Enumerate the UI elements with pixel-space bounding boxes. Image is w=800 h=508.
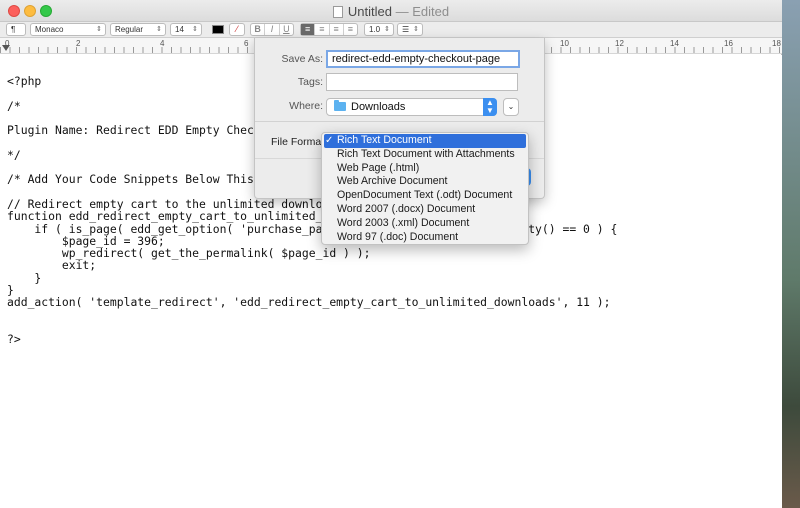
file-format-option-docx[interactable]: Word 2007 (.docx) Document bbox=[322, 203, 528, 217]
save-as-label: Save As: bbox=[281, 53, 323, 65]
code-line: exit; bbox=[7, 258, 97, 273]
where-popup[interactable]: Downloads ▲ ▼ bbox=[326, 98, 497, 116]
popup-arrows-icon: ▲ ▼ bbox=[483, 98, 497, 116]
align-right-button[interactable]: ≡ bbox=[330, 24, 344, 35]
code-line: ?> bbox=[7, 332, 21, 347]
file-format-option-doc[interactable]: Word 97 (.doc) Document bbox=[322, 231, 528, 245]
file-format-option-webarchive[interactable]: Web Archive Document bbox=[322, 175, 528, 189]
expand-dialog-button[interactable]: ⌄ bbox=[503, 98, 519, 116]
ruler-number: 18 bbox=[772, 39, 781, 48]
format-toolbar: ¶ Monaco ⇕ Regular ⇕ 14 ⇕ ⁄ B I U ≡ ≡ ≡ ≡ 1… bbox=[0, 22, 782, 38]
ruler-number: 16 bbox=[724, 39, 733, 48]
ruler-number: 4 bbox=[160, 39, 165, 48]
popup-arrows-icon: ⇕ bbox=[384, 26, 390, 33]
line-spacing-popup[interactable]: 1.0 ⇕ bbox=[364, 23, 394, 36]
file-format-option-html[interactable]: Web Page (.html) bbox=[322, 162, 528, 176]
option-label: OpenDocument Text (.odt) Document bbox=[337, 189, 513, 202]
paragraph-styles-popup[interactable]: ¶ bbox=[6, 23, 26, 36]
popup-arrows-icon: ⇕ bbox=[156, 26, 162, 33]
font-family-popup[interactable]: Monaco ⇕ bbox=[30, 23, 106, 36]
file-format-option-rtf[interactable]: ✓ Rich Text Document bbox=[324, 134, 526, 148]
bold-button[interactable]: B bbox=[251, 24, 266, 35]
desktop-wallpaper bbox=[780, 0, 800, 508]
option-label: Web Archive Document bbox=[337, 175, 448, 188]
ruler-number: 6 bbox=[244, 39, 249, 48]
window-title: Untitled — Edited bbox=[0, 4, 782, 19]
file-format-label: File Format bbox=[271, 136, 325, 148]
font-size-field[interactable]: 14 ⇕ bbox=[170, 23, 202, 36]
font-style-popup[interactable]: Regular ⇕ bbox=[110, 23, 166, 36]
code-line: } bbox=[7, 270, 42, 285]
option-label: Word 2007 (.docx) Document bbox=[337, 202, 476, 215]
file-format-option-odt[interactable]: OpenDocument Text (.odt) Document bbox=[322, 189, 528, 203]
ruler-number: 0 bbox=[5, 39, 10, 48]
font-style-value: Regular bbox=[115, 25, 144, 34]
tags-field[interactable] bbox=[326, 73, 518, 91]
align-center-button[interactable]: ≡ bbox=[315, 24, 330, 35]
where-value: Downloads bbox=[351, 101, 406, 113]
ruler-number: 10 bbox=[560, 39, 569, 48]
popup-arrows-icon: ⇕ bbox=[96, 26, 102, 33]
text-style-segment: B I U bbox=[250, 23, 294, 36]
underline-button[interactable]: U bbox=[280, 24, 293, 35]
option-label: Rich Text Document with Attachments bbox=[337, 147, 515, 160]
justify-button[interactable]: ≡ bbox=[344, 24, 357, 35]
option-label: Word 97 (.doc) Document bbox=[337, 230, 459, 243]
file-format-option-xml[interactable]: Word 2003 (.xml) Document bbox=[322, 217, 528, 231]
italic-button[interactable]: I bbox=[265, 24, 280, 35]
folder-icon bbox=[334, 100, 346, 111]
popup-arrows-icon: ⇕ bbox=[192, 26, 198, 33]
font-family-value: Monaco bbox=[35, 25, 64, 34]
window-title-text: Untitled bbox=[347, 4, 392, 19]
sheet-divider bbox=[255, 121, 544, 122]
file-format-option-rtfd[interactable]: Rich Text Document with Attachments bbox=[322, 148, 528, 162]
textedit-window: Untitled — Edited ¶ Monaco ⇕ Regular ⇕ 14 ⇕… bbox=[0, 0, 782, 508]
checkmark-icon: ✓ bbox=[325, 135, 334, 146]
title-bar: Untitled — Edited bbox=[0, 0, 782, 22]
ruler-number: 2 bbox=[76, 39, 81, 48]
option-label: Web Page (.html) bbox=[337, 161, 420, 174]
option-label: Rich Text Document bbox=[337, 134, 432, 146]
option-label: Word 2003 (.xml) Document bbox=[337, 216, 470, 229]
ruler-number: 12 bbox=[615, 39, 624, 48]
edited-indicator: — Edited bbox=[395, 4, 450, 19]
popup-arrows-icon: ⇕ bbox=[413, 26, 419, 33]
code-line: add_action( 'template_redirect', 'edd_re… bbox=[7, 295, 611, 310]
ruler-number: 14 bbox=[670, 39, 679, 48]
align-left-button[interactable]: ≡ bbox=[301, 24, 316, 35]
code-line: wp_redirect( get_the_permalink( $page_id… bbox=[7, 246, 371, 261]
list-style-popup[interactable]: ☰ ⇕ bbox=[397, 23, 423, 36]
save-as-field[interactable]: redirect-edd-empty-checkout-page bbox=[326, 50, 520, 68]
highlight-color-well[interactable]: ⁄ bbox=[229, 23, 245, 36]
paragraph-style-icon: ¶ bbox=[11, 25, 16, 34]
line-spacing-value: 1.0 bbox=[369, 25, 381, 34]
where-label: Where: bbox=[289, 100, 323, 112]
tags-label: Tags: bbox=[297, 76, 323, 88]
list-icon: ☰ bbox=[402, 25, 410, 34]
text-color-well[interactable] bbox=[212, 25, 224, 34]
alignment-segment: ≡ ≡ ≡ ≡ bbox=[300, 23, 358, 36]
file-format-menu: ✓ Rich Text Document Rich Text Document w… bbox=[321, 132, 529, 245]
font-size-value: 14 bbox=[175, 25, 184, 34]
document-icon bbox=[332, 6, 343, 18]
